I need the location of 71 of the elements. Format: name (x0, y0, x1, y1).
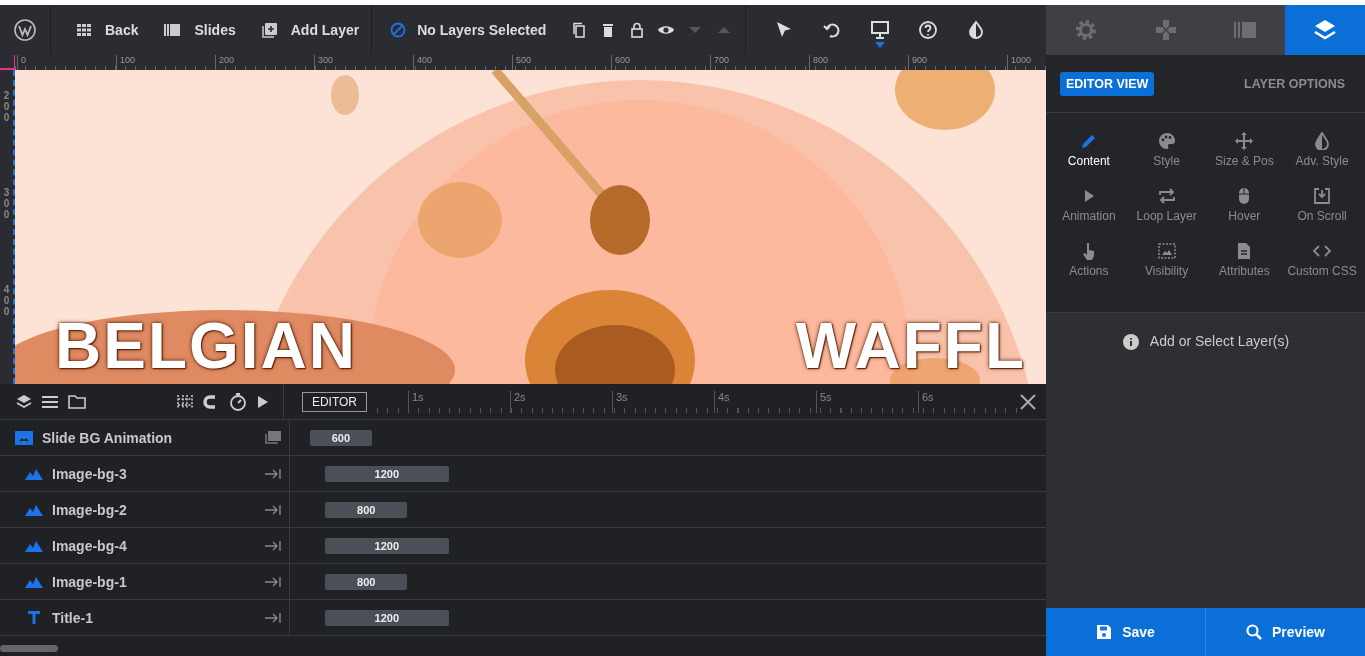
layer-row[interactable]: Title-1 (0, 600, 290, 635)
option-tab[interactable]: Content (1050, 132, 1128, 182)
option-tab[interactable]: Adv. Style (1283, 132, 1361, 182)
layer-row[interactable]: Image-bg-3 (0, 456, 290, 491)
images-icon[interactable] (265, 431, 281, 444)
add-layer-icon (261, 22, 277, 38)
loop-icon (1157, 187, 1176, 205)
editor-button[interactable]: EDITOR (301, 391, 367, 412)
pencil-icon (1079, 132, 1098, 150)
dotted-image-icon (1157, 242, 1176, 260)
timeline-bar[interactable]: 1200 (325, 537, 449, 554)
info-icon (1121, 333, 1140, 351)
search-icon (1246, 624, 1263, 640)
timeline-bar[interactable]: 1200 (325, 465, 449, 482)
info-message: Add or Select Layer(s) (1121, 333, 1290, 353)
layers-icon[interactable] (1285, 5, 1365, 55)
option-tab[interactable]: Visibility (1127, 242, 1206, 292)
timeline-bar[interactable]: 600 (310, 429, 372, 446)
vertical-ruler: 200 300 400 (0, 70, 15, 384)
arrow-to-end-icon[interactable] (265, 611, 281, 624)
option-tab[interactable]: Loop Layer (1127, 187, 1206, 237)
mountain-icon (25, 539, 43, 552)
option-tab[interactable]: On Scroll (1283, 187, 1361, 237)
toolbar-button[interactable]: Back (77, 15, 139, 45)
time-ruler: 1s 2s 3s 4s 5s 6s (377, 391, 1020, 413)
toolbar-button[interactable]: Slides (164, 15, 236, 45)
horizontal-ruler: 0 100 200 300 400 500 600 700 800 900 1000 (0, 55, 1046, 70)
option-tab[interactable]: Hover (1205, 187, 1284, 237)
arrow-to-end-icon[interactable] (265, 503, 281, 516)
layer-row[interactable]: Image-bg-4 (0, 528, 290, 563)
slide-title: WAFFL (795, 314, 1026, 378)
option-tab[interactable]: Size & Pos (1205, 132, 1284, 182)
mountain-icon (25, 575, 43, 588)
timeline-bar[interactable]: 800 (325, 501, 408, 518)
folder-icon[interactable] (68, 394, 86, 409)
move-icon (1235, 132, 1254, 150)
mountain-icon (25, 503, 43, 516)
view-tab[interactable]: LAYER OPTIONS (1238, 71, 1351, 96)
image-icon (15, 430, 33, 445)
layer-row[interactable]: Slide BG Animation (0, 420, 290, 455)
download-box-icon (1313, 187, 1332, 205)
stopwatch-icon[interactable] (228, 392, 247, 411)
grid-icon (77, 24, 91, 36)
timeline-bar[interactable]: 1200 (325, 609, 449, 626)
option-tab[interactable]: Attributes (1205, 242, 1284, 292)
drop-icon (1313, 132, 1332, 150)
play-icon[interactable] (256, 394, 269, 409)
arrow-to-end-icon[interactable] (265, 575, 281, 588)
slides-icon (164, 24, 181, 36)
timeline-bar[interactable]: 800 (325, 573, 408, 590)
toolbar-button[interactable]: Add Layer (261, 15, 360, 45)
slide-title: BELGIAN (55, 314, 357, 378)
layer-row[interactable]: Image-bg-1 (0, 564, 290, 599)
grid-icon[interactable] (176, 393, 193, 410)
selection-status: No Layers Selected (390, 22, 547, 38)
close-icon[interactable] (1020, 393, 1036, 410)
option-tab[interactable]: Animation (1050, 187, 1128, 237)
option-tab[interactable]: Actions (1050, 242, 1128, 292)
view-tab[interactable]: EDITOR VIEW (1060, 71, 1155, 96)
layer-row[interactable]: Image-bg-2 (0, 492, 290, 527)
mountain-icon (25, 467, 43, 480)
text-icon (25, 611, 43, 624)
palette-icon (1157, 132, 1176, 150)
scrollbar-thumb[interactable] (0, 645, 58, 652)
option-tab[interactable]: Custom CSS (1283, 242, 1361, 292)
option-tab[interactable]: Style (1127, 132, 1206, 182)
prohibited-icon (390, 22, 407, 38)
arrow-to-end-icon[interactable] (265, 467, 281, 480)
layers-icon[interactable] (16, 393, 32, 410)
list-icon[interactable] (42, 394, 58, 409)
arrow-to-end-icon[interactable] (265, 539, 281, 552)
